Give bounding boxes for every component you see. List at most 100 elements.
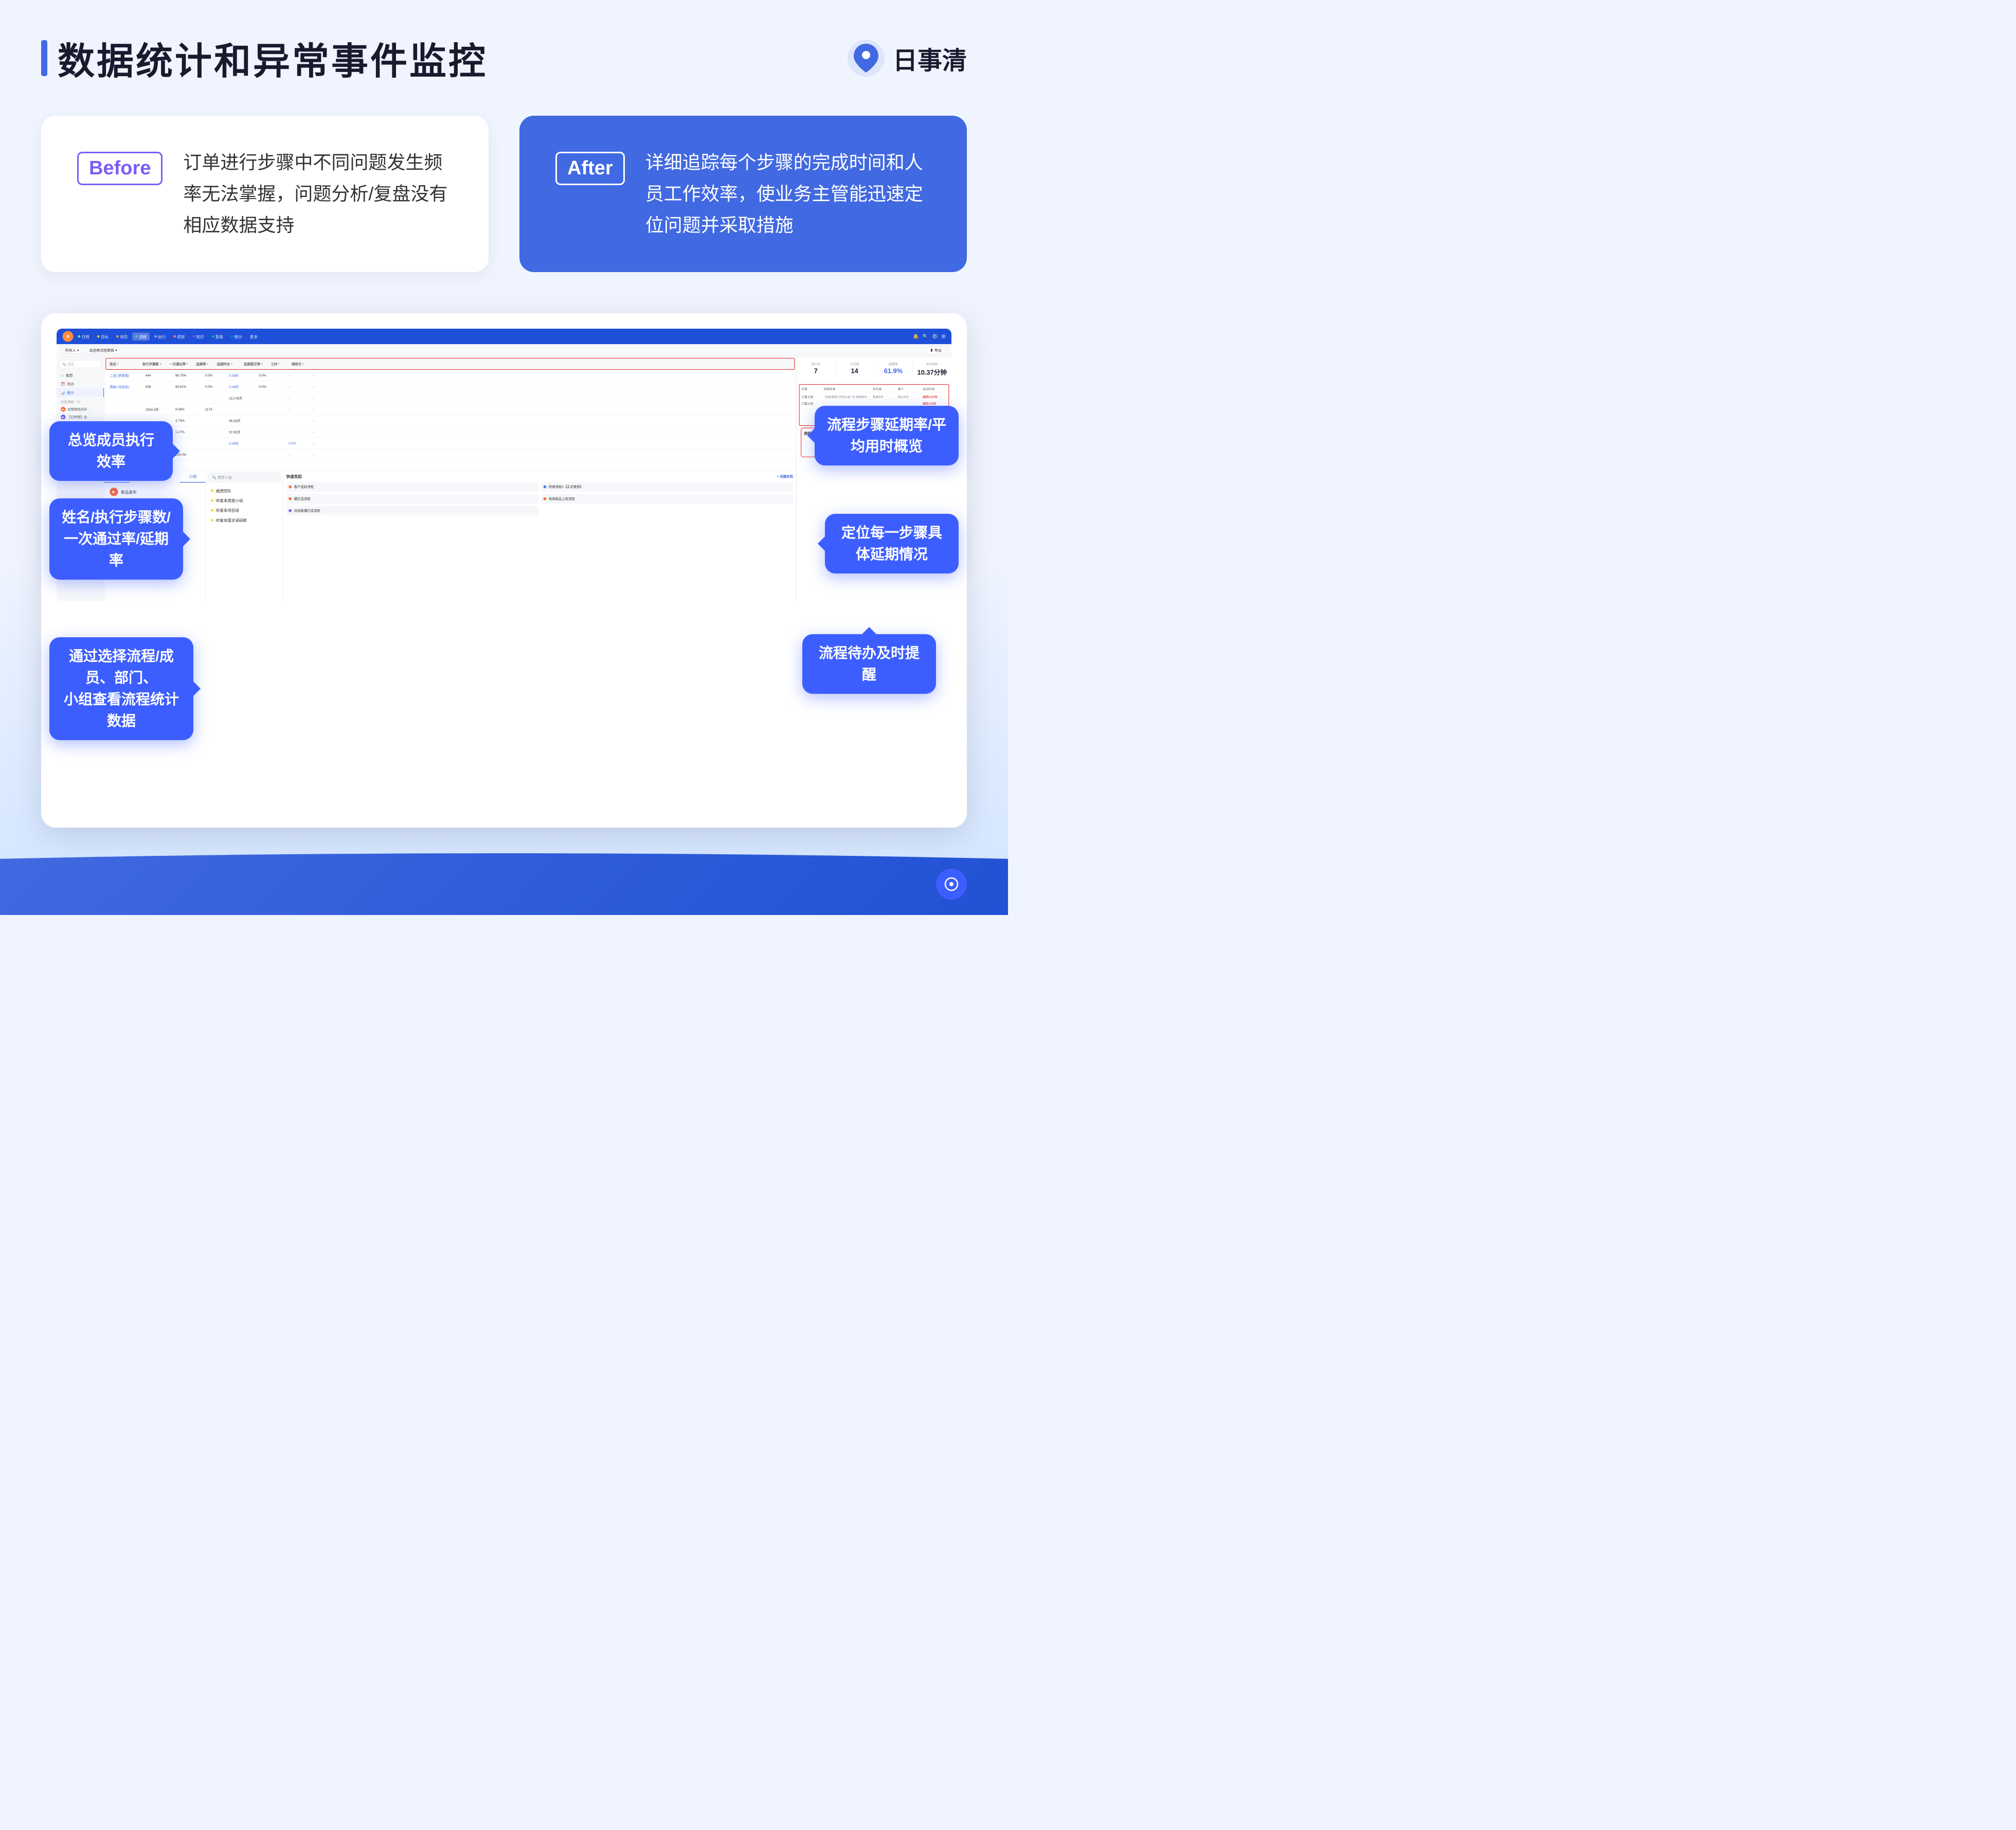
after-text: 详细追踪每个步骤的完成时间和人员工作效率，使业务主管能迅速定位问题并采取措施 [645,147,931,241]
nav-item-goal[interactable]: 目标 [94,332,112,340]
search-placeholder-group: 搜索小组 [218,475,232,479]
td-steps-4: 1534.4天 [145,406,174,412]
flow-icon-signed: ▶ [61,415,65,419]
bell-icon[interactable]: 🔔 [913,333,919,339]
nav-item-more[interactable]: 更多 [247,332,261,340]
quick-item-customer[interactable]: 客户追踪流程 [286,482,538,492]
quick-item-test[interactable]: 测试版爆打造流程 [286,506,538,515]
table-row-7[interactable]: 0.08时 0.0% -- [104,438,796,449]
td-dtime-3: 212.06天 [228,395,258,401]
td-dsub-5 [258,420,287,421]
callout-step-detail: 定位每一步骤具体延期情况 [825,514,959,573]
nav-item-project[interactable]: 项目 [113,332,131,340]
screenshot-area: A 日程 目标 项目 [41,313,967,828]
owner-chevron: ▾ [77,348,79,352]
td-perf-5: -- [311,418,335,423]
table-row-6[interactable]: 1.27% 57.85天 -- [104,426,796,438]
nav-label-more: 更多 [250,333,258,339]
td-perf-8: -- [311,452,335,457]
td-perf-7: -- [311,441,335,445]
sidebar-section-all-flows: 全部流程 · 17 › [57,397,104,405]
search-placeholder: 搜索 [67,362,74,366]
nav-label-flow: 流程 [139,333,147,339]
circle-icon [944,876,959,892]
table-header-outlined: 姓名 ⇕ 执行步骤数 ⇕ 一次通过率 ⇕ [105,357,795,369]
flow-item-trial[interactable]: ▶ 试用期培训学... [57,405,104,413]
td-dtime-2: 0.08时 [228,384,258,390]
nav-item-schedule[interactable]: 日程 [75,332,93,340]
table-row-4[interactable]: 1534.4天 9.09% 1174 -- -- [104,404,796,415]
search-icon[interactable]: 🔍 [923,333,929,339]
flow-name-trial: 试用期培训学... [67,407,90,411]
owner-select[interactable]: 所有人 ▾ [63,347,82,353]
table-row-1[interactable]: 二超 (李管理) 644 98.75% 0.0% 0.08时 0.0% -- -… [104,370,796,381]
grid-icon[interactable]: ⊞ [942,333,946,339]
create-app-button[interactable]: + 创建应用 [777,474,793,478]
stat-label-completed: 已完成 [837,361,872,366]
team-item-project[interactable]: 听客来项目组 [208,505,281,515]
nav-label-review: 复盘 [215,333,223,339]
stats-label: 统计 [67,390,74,395]
td-perf-2: -- [311,384,335,389]
expand-icon[interactable]: › [99,400,100,403]
th-name: 姓名 ⇕ [109,360,141,367]
stat-completed: 已完成 14 [835,360,874,379]
team-dot-weihu [211,489,213,492]
table-row-8[interactable]: 江河 (申俊涛) 131 100.0% -- -- [104,449,796,460]
nav-item-flow[interactable]: 流程 [132,332,150,340]
quick-item-hit2[interactable]: 爆打造流程 [286,494,538,504]
chart-icon: 📊 [61,390,65,394]
table-row-3[interactable]: 212.06天 -- -- [104,392,796,404]
template-select[interactable]: 请选择流程模板 ▾ [86,347,120,353]
table-row-5[interactable]: 3.73% 95.08天 -- [104,415,796,426]
delay-row-1[interactable]: 工美计划 《绿色星球》·环球公益广告·普通优先 普通优先 森木文化 延迟2.0小… [801,393,946,400]
td-pass-6: 1.27% [174,429,204,434]
team-item-weihu[interactable]: 威虎团队 [208,486,281,495]
td-perf-4: -- [311,407,335,411]
team-name-weekly: 听客来周报小组 [216,497,243,503]
sidebar-item-stats[interactable]: 📊 统计 [57,388,104,397]
quick-dot-test [289,509,292,512]
nav-item-perf[interactable]: 绩效 [171,332,188,340]
team-item-research[interactable]: 听客来需求调研群 [208,515,281,525]
nav-avatar: A [63,331,74,342]
table-row-2[interactable]: 周梅 (马依依) 538 99.81% 0.0% 0.08时 0.0% -- -… [104,381,796,392]
td-pass-1: 98.75% [174,373,204,378]
nav-item-review[interactable]: 复盘 [209,332,226,340]
export-label: 导出 [934,348,942,352]
team-item-weekly[interactable]: 听客来周报小组 [208,495,281,505]
sidebar-item-recommend[interactable]: ☆ 推荐 [57,371,104,380]
logo-text: 日事清 [893,40,967,76]
top-nav: A 日程 目标 项目 [57,329,951,344]
owner-label: 所有人 [65,348,76,353]
before-badge: Before [77,152,163,185]
table-header-row: 姓名 ⇕ 执行步骤数 ⇕ 一次通过率 ⇕ [106,358,794,369]
nav-label-execute: 执行 [158,333,166,339]
tab-group[interactable]: 小组 [180,470,205,482]
quick-item-ecommerce[interactable]: 电商新品上架流程 [541,494,793,504]
td-wh-1: -- [287,373,311,378]
flow-item-signed[interactable]: ▶ 【已停用】合... [57,413,104,421]
td-dtime-4 [228,408,258,409]
app-chrome: A 日程 目标 项目 [57,329,951,601]
td-pass-2: 99.81% [174,384,204,389]
nav-item-knowledge[interactable]: 知识 [190,332,207,340]
settings-icon[interactable]: ⚙️ [932,333,938,339]
export-button[interactable]: ⬆ 导出 [926,346,945,354]
team-name-project: 听客来项目组 [216,507,239,513]
td-perf-6: -- [311,429,335,434]
sidebar-item-pending[interactable]: ⏰ 待办 [57,380,104,388]
group-search[interactable]: 🔍 搜索小组 [208,473,281,482]
main-area: 🔍 搜索 ☆ 推荐 ⏰ 待办 [57,356,951,601]
th-pass-rate: 一次通过率 ⇕ [168,360,195,367]
nav-label-perf: 绩效 [177,333,185,339]
before-text: 订单进行步骤中不同问题发生频率无法掌握，问题分析/复盘没有相应数据支持 [183,147,453,241]
nav-label-schedule: 日程 [82,333,89,339]
sidebar-search[interactable]: 🔍 搜索 [60,360,101,368]
nav-item-execute[interactable]: 执行 [151,332,169,340]
nav-item-stats[interactable]: 统计 [228,332,245,340]
td-delay-1: 0.0% [204,373,228,378]
quick-item-recruit[interactable]: 招销流程#【正式使用】 [541,482,793,492]
td-steps-3 [145,397,174,398]
flow-item-newproduct[interactable]: ▶ 新品发布 [106,485,203,498]
